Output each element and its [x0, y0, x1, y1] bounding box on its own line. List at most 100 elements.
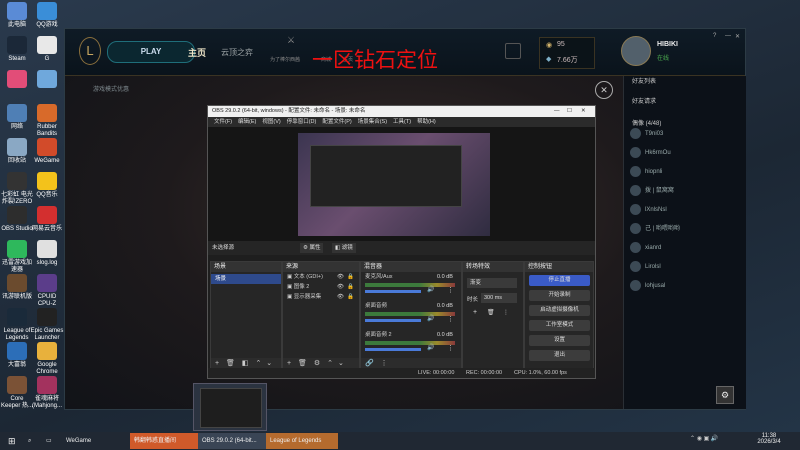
add-scene-icon[interactable]: + [215, 360, 219, 367]
desktop-icon[interactable]: 网络 [0, 104, 34, 131]
desktop-icon[interactable]: 七彩虹 电光炸裂!ZERO [0, 172, 34, 206]
properties-button[interactable]: ⚙ 属性 [300, 243, 324, 253]
visibility-eye-icon[interactable]: 👁 [337, 272, 344, 282]
obs-menu-item[interactable]: 场景集合(S) [358, 119, 387, 125]
avatar[interactable] [621, 36, 651, 66]
obs-close-icon[interactable]: ✕ [581, 106, 586, 117]
friend-item[interactable]: 己 | 哟喂哟哟 [630, 223, 740, 239]
obs-menu-item[interactable]: 编辑(E) [238, 119, 256, 125]
tab-home[interactable]: 主页 [188, 46, 206, 59]
remove-source-icon[interactable]: 🗑 [298, 360, 307, 367]
taskbar-item-lol[interactable]: League of Legends [266, 433, 338, 449]
settings-gear-icon[interactable]: ⚙ [716, 386, 734, 404]
search-icon[interactable]: ⌕ [24, 433, 38, 449]
desktop-icon[interactable]: 此电脑 [0, 2, 34, 29]
friend-item[interactable]: xianrd [630, 242, 740, 258]
transition-select[interactable]: 渐变 [467, 278, 517, 288]
task-view-icon[interactable]: ▭ [42, 433, 56, 449]
desktop-icon[interactable]: QQ游戏 [30, 2, 64, 29]
friend-item[interactable]: lXnlsNsl [630, 204, 740, 220]
obs-maximize-icon[interactable]: ☐ [567, 106, 572, 117]
taskbar-thumbnail[interactable] [193, 383, 267, 431]
speaker-icon[interactable]: 🔊 [427, 286, 434, 293]
friend-item[interactable]: 拨 | 鼠窝窝 [630, 185, 740, 201]
lock-icon[interactable]: 🔒 [347, 282, 354, 292]
play-button[interactable]: PLAY [107, 41, 195, 63]
scene-down-icon[interactable]: ⌄ [266, 360, 272, 367]
desktop-icon[interactable]: 迅雷游戏加速器 [0, 240, 34, 274]
tab-tft[interactable]: 云顶之弈 [221, 47, 253, 58]
transition-more-icon[interactable]: ⋮ [503, 309, 509, 316]
friend-item[interactable]: T9ni03 [630, 128, 740, 144]
obs-minimize-icon[interactable]: — [554, 106, 560, 117]
volume-slider[interactable] [365, 348, 421, 351]
desktop-icon[interactable]: Core Keeper 热... [0, 376, 34, 410]
mixer-link-icon[interactable]: 🔗 [365, 360, 374, 367]
volume-slider[interactable] [365, 290, 421, 293]
source-item[interactable]: ▣ 文本 (GDI+) 👁 🔒 [283, 272, 359, 282]
clock[interactable]: 11:38 2026/3/4 [752, 433, 786, 445]
desktop-icon[interactable]: League of Legends [0, 308, 34, 342]
source-item[interactable]: ▣ 图像 2 👁 🔒 [283, 282, 359, 292]
add-source-icon[interactable]: + [287, 360, 291, 367]
close-icon[interactable]: ✕ [735, 33, 740, 40]
visibility-eye-icon[interactable]: 👁 [337, 292, 344, 302]
mixer-more-icon[interactable]: ⋮ [381, 360, 388, 367]
lock-icon[interactable]: 🔒 [347, 292, 354, 302]
taskbar-item-wegame[interactable]: WeGame [62, 433, 130, 449]
control-button[interactable]: 停止直播 [529, 275, 590, 286]
obs-menu-item[interactable]: 工具(T) [393, 119, 411, 125]
remove-transition-icon[interactable]: 🗑 [487, 309, 495, 316]
desktop-icon[interactable]: Epic Games Launcher [30, 308, 64, 342]
obs-menu-item[interactable]: 帮助(H) [417, 119, 436, 125]
desktop-icon[interactable]: Steam [0, 36, 34, 63]
help-icon[interactable]: ? [713, 33, 716, 39]
obs-menu-item[interactable]: 视图(V) [262, 119, 280, 125]
speaker-icon[interactable]: 🔊 [427, 315, 434, 322]
mixer-channel-menu-icon[interactable]: ⋮ [447, 286, 454, 294]
control-button[interactable]: 启动虚拟摄像机 [529, 305, 590, 316]
obs-menu-item[interactable]: 文件(F) [214, 119, 232, 125]
desktop-icon[interactable]: WeGame [30, 138, 64, 165]
friend-group[interactable]: 偶像 (4/48) [632, 118, 661, 127]
friend-item[interactable]: Hk6rmOu [630, 147, 740, 163]
friend-item[interactable]: hiopnli [630, 166, 740, 182]
mixer-channel-menu-icon[interactable]: ⋮ [447, 344, 454, 352]
control-button[interactable]: 工作室模式 [529, 320, 590, 331]
taskbar-item-obs[interactable]: OBS 29.0.2 (64-bit... [198, 433, 266, 449]
desktop-icon[interactable]: 回收站 [0, 138, 34, 165]
shop-icon[interactable] [505, 43, 521, 59]
friend-item[interactable]: lohjusal [630, 280, 740, 296]
desktop-icon[interactable] [0, 70, 34, 90]
obs-menu-item[interactable]: 停靠窗口(D) [287, 119, 317, 125]
desktop-icon[interactable]: slog.log [30, 240, 64, 267]
duration-input[interactable]: 300 ms [481, 293, 517, 303]
subtab-1[interactable]: 为了棒尔西茜 [270, 56, 300, 63]
desktop-icon[interactable]: 网易云音乐 [30, 206, 64, 233]
source-item[interactable]: ▣ 显示器采集 👁 🔒 [283, 292, 359, 302]
friend-item[interactable]: Lirolsl [630, 261, 740, 277]
add-transition-icon[interactable]: + [473, 309, 477, 316]
scene-up-icon[interactable]: ⌃ [255, 360, 261, 367]
scene-filter-icon[interactable]: ◧ [242, 360, 249, 367]
control-button[interactable]: 开始录制 [529, 290, 590, 301]
windows-start-icon[interactable]: ⊞ [4, 433, 20, 449]
taskbar-item-stream[interactable]: 韩翻韩惑直播间 [130, 433, 198, 449]
speaker-icon[interactable]: 🔊 [427, 344, 434, 351]
friend-requests[interactable]: 好友请求 [632, 96, 656, 105]
source-down-icon[interactable]: ⌄ [338, 360, 344, 367]
volume-slider[interactable] [365, 319, 421, 322]
mixer-channel-menu-icon[interactable]: ⋮ [447, 315, 454, 323]
desktop-icon[interactable]: 大富翁 [0, 342, 34, 369]
scene-item[interactable]: 场景 [211, 274, 281, 284]
filters-button[interactable]: ◧ 滤镜 [332, 243, 356, 253]
control-button[interactable]: 设置 [529, 335, 590, 346]
source-up-icon[interactable]: ⌃ [327, 360, 333, 367]
desktop-icon[interactable]: 雀魂麻将(Mahjong... [30, 376, 64, 410]
source-settings-icon[interactable]: ⚙ [314, 360, 320, 367]
desktop-icon[interactable]: Google Chrome [30, 342, 64, 376]
desktop-icon[interactable]: QQ音乐 [30, 172, 64, 199]
obs-menu-item[interactable]: 配置文件(P) [322, 119, 351, 125]
desktop-icon[interactable]: OBS Studio [0, 206, 34, 233]
desktop-icon[interactable]: Rubber Bandits [30, 104, 64, 138]
